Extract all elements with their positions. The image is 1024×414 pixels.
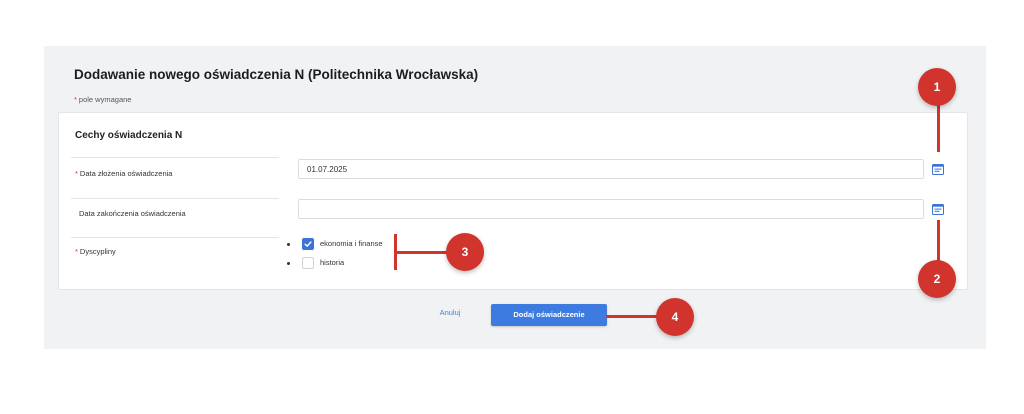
cancel-button[interactable]: Anuluj bbox=[437, 308, 463, 322]
annotation-badge-2: 2 bbox=[918, 260, 956, 298]
bullet bbox=[287, 243, 290, 246]
required-note-text: pole wymagane bbox=[78, 95, 132, 104]
date-submitted-label: * Data złożenia oświadczenia bbox=[75, 169, 172, 178]
required-star: * bbox=[74, 95, 77, 104]
page-title: Dodawanie nowego oświadczenia N (Politec… bbox=[74, 67, 479, 82]
annotation-badge-3: 3 bbox=[446, 233, 484, 271]
annotation-badge-1: 1 bbox=[918, 68, 956, 106]
annotation-badge-4: 4 bbox=[656, 298, 694, 336]
bullet bbox=[287, 262, 290, 265]
row-divider bbox=[71, 198, 279, 199]
annotation-line bbox=[606, 315, 658, 318]
discipline-label: historia bbox=[320, 258, 345, 267]
required-star: * bbox=[75, 169, 78, 178]
section-title: Cechy oświadczenia N bbox=[75, 130, 183, 141]
annotation-line bbox=[394, 251, 448, 254]
date-end-calendar-button[interactable] bbox=[930, 201, 946, 217]
add-statement-button[interactable]: Dodaj oświadczenie bbox=[491, 304, 607, 326]
date-submitted-input[interactable]: 01.07.2025 bbox=[298, 159, 924, 179]
calendar-icon bbox=[932, 203, 944, 215]
features-card: Cechy oświadczenia N * Data złożenia oświ… bbox=[58, 112, 968, 290]
discipline-checkbox-ekonomia[interactable] bbox=[302, 238, 314, 250]
row-divider bbox=[71, 237, 279, 238]
date-end-label: Data zakończenia oświadczenia bbox=[79, 209, 186, 218]
annotation-line bbox=[937, 100, 940, 152]
annotation-line bbox=[937, 220, 940, 264]
row-divider bbox=[71, 157, 279, 158]
discipline-checkbox-historia[interactable] bbox=[302, 257, 314, 269]
date-submitted-label-text: Data złożenia oświadczenia bbox=[79, 169, 173, 178]
disciplines-label-text: Dyscypliny bbox=[79, 247, 116, 256]
check-icon bbox=[304, 241, 312, 247]
discipline-label: ekonomia i finanse bbox=[320, 239, 383, 248]
required-star: * bbox=[75, 247, 78, 256]
required-note: * pole wymagane bbox=[74, 95, 131, 104]
calendar-icon bbox=[932, 163, 944, 175]
disciplines-label: * Dyscypliny bbox=[75, 247, 116, 256]
date-submitted-calendar-button[interactable] bbox=[930, 161, 946, 177]
date-end-input[interactable] bbox=[298, 199, 924, 219]
